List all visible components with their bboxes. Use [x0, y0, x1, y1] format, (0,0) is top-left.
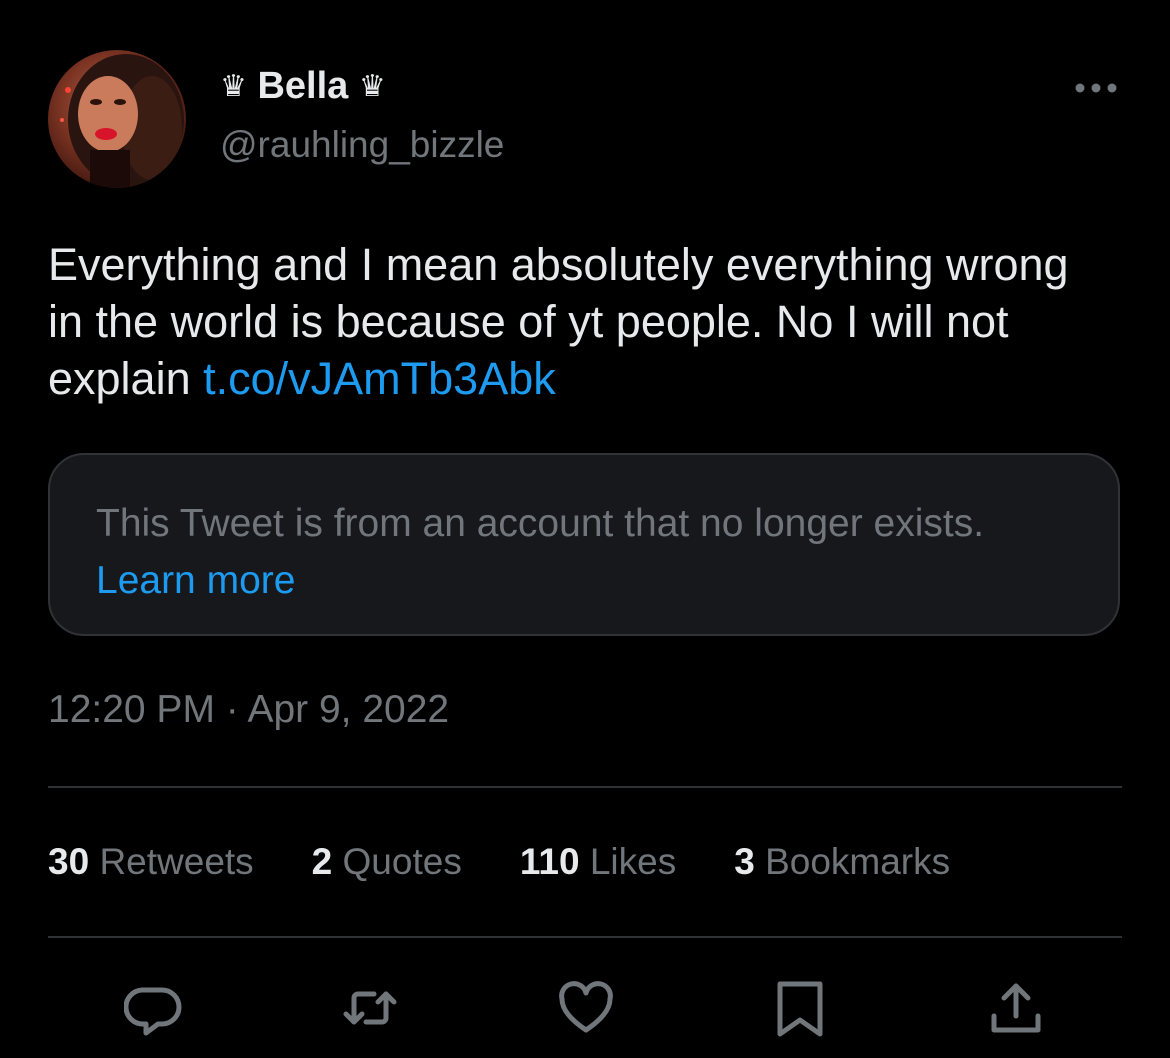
- tweet-time: 12:20 PM: [48, 688, 215, 731]
- quoted-tweet-unavailable: This Tweet is from an account that no lo…: [48, 453, 1120, 636]
- crown-icon: ♛: [220, 70, 247, 103]
- more-options-icon[interactable]: [1072, 76, 1120, 100]
- user-names: ♛ Bella ♛ @rauhling_bizzle: [220, 62, 504, 169]
- tweet-text-content: Everything and I mean absolutely everyth…: [48, 239, 1069, 404]
- stat-label: Likes: [589, 841, 677, 882]
- stat-label: Retweets: [99, 841, 254, 882]
- user-handle[interactable]: @rauhling_bizzle: [220, 121, 504, 169]
- tweet-header: ♛ Bella ♛ @rauhling_bizzle: [48, 50, 1122, 190]
- stat-bookmarks[interactable]: 3 Bookmarks: [734, 841, 950, 883]
- share-icon[interactable]: [986, 978, 1046, 1038]
- timestamp-separator: ·: [225, 688, 239, 731]
- crown-icon: ♛: [358, 70, 386, 103]
- stat-label: Bookmarks: [765, 841, 951, 882]
- stat-retweets[interactable]: 30 Retweets: [48, 841, 254, 883]
- display-name[interactable]: ♛ Bella ♛: [220, 62, 504, 111]
- learn-more-link[interactable]: Learn more: [96, 559, 295, 602]
- tweet-stats: 30 Retweets 2 Quotes 110 Likes 3 Bookmar…: [48, 788, 1122, 936]
- stat-count: 2: [311, 841, 333, 882]
- avatar[interactable]: [48, 50, 186, 188]
- stat-quotes[interactable]: 2 Quotes: [312, 841, 462, 883]
- reply-icon[interactable]: [124, 978, 184, 1038]
- like-icon[interactable]: [556, 978, 616, 1038]
- stat-count: 3: [734, 841, 755, 882]
- stat-label: Quotes: [342, 841, 462, 882]
- retweet-icon[interactable]: [340, 978, 400, 1038]
- tweet-date: Apr 9, 2022: [247, 688, 450, 731]
- tweet-timestamp[interactable]: 12:20 PM · Apr 9, 2022: [48, 686, 1122, 734]
- stat-likes[interactable]: 110 Likes: [520, 841, 676, 883]
- tweet-text: Everything and I mean absolutely everyth…: [48, 236, 1108, 407]
- tweet: ♛ Bella ♛ @rauhling_bizzle Everything an…: [48, 50, 1122, 1058]
- stat-count: 110: [519, 841, 580, 882]
- bookmark-icon[interactable]: [770, 978, 830, 1038]
- tweet-link[interactable]: t.co/vJAmTb3Abk: [203, 353, 556, 404]
- tweet-actions: [48, 938, 1122, 1058]
- unavailable-notice-text: This Tweet is from an account that no lo…: [96, 502, 985, 545]
- stat-count: 30: [48, 841, 90, 882]
- display-name-text: Bella: [257, 65, 349, 107]
